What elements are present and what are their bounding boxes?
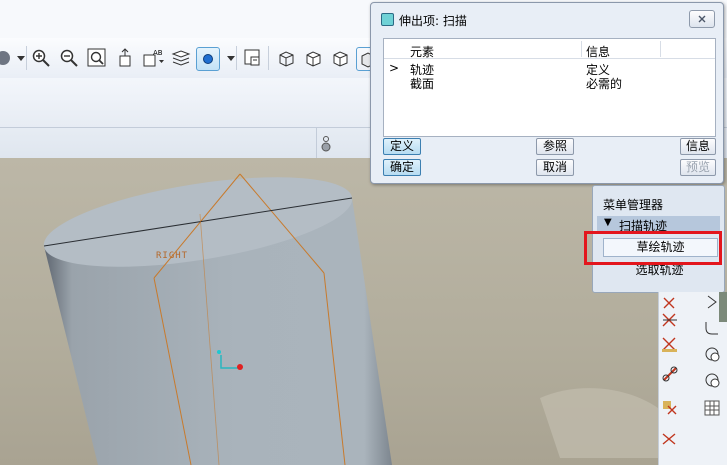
datum-label-right: RIGHT <box>156 251 189 261</box>
preview-button[interactable]: 预览 <box>680 159 716 176</box>
sweep-trajectory-submenu: ▼ 扫描轨迹 <box>597 216 720 233</box>
no-hidden-cube-icon[interactable] <box>329 47 351 69</box>
layers-icon[interactable] <box>170 47 192 69</box>
svg-text:AB: AB <box>153 49 163 57</box>
dimension-icon[interactable] <box>660 426 680 446</box>
cut-trajectory-icon[interactable] <box>660 310 680 330</box>
close-icon[interactable] <box>689 10 715 28</box>
display-style-icon[interactable] <box>196 47 220 71</box>
zoom-in-icon[interactable] <box>30 47 52 69</box>
hidden-line-cube-icon[interactable] <box>302 47 324 69</box>
element-name: 截面 <box>410 77 435 91</box>
dropdown-arrow-icon[interactable] <box>220 47 242 69</box>
weight-icon[interactable] <box>320 134 332 157</box>
menu-manager-title: 菜单管理器 <box>603 198 664 212</box>
element-info: 必需的 <box>586 77 623 91</box>
zoom-out-icon[interactable] <box>58 47 80 69</box>
orient-icon[interactable] <box>114 47 136 69</box>
saved-views-icon[interactable]: AB <box>142 47 164 69</box>
grid-icon[interactable] <box>702 398 722 418</box>
highlight-box <box>584 231 722 265</box>
intersect-icon[interactable] <box>660 334 680 354</box>
dialog-app-icon <box>381 13 394 26</box>
reference-button[interactable]: 参照 <box>536 138 574 155</box>
sweep-protrusion-dialog: 伸出项: 扫描 元素 信息 > 轨迹 定义 截面 必需的 定义 参照 信息 确定… <box>370 2 724 184</box>
table-row[interactable]: > 轨迹 定义 <box>384 61 715 77</box>
scroll-strip <box>719 292 727 322</box>
define-button[interactable]: 定义 <box>383 138 421 155</box>
ellipse-tool-icon[interactable] <box>702 370 722 390</box>
cancel-button[interactable]: 取消 <box>536 159 574 176</box>
element-table: 元素 信息 > 轨迹 定义 截面 必需的 <box>383 38 716 137</box>
circle-tool-icon[interactable] <box>702 344 722 364</box>
dropdown-arrow-icon[interactable] <box>10 47 32 69</box>
triangle-down-icon: ▼ <box>604 217 612 228</box>
wireframe-cube-icon[interactable] <box>275 47 297 69</box>
dialog-title: 伸出项: 扫描 <box>399 14 467 28</box>
chain-icon[interactable] <box>660 364 680 384</box>
info-button[interactable]: 信息 <box>680 138 716 155</box>
zoom-fit-icon[interactable] <box>86 47 108 69</box>
ok-button[interactable]: 确定 <box>383 159 421 176</box>
right-toolstrip <box>656 292 727 465</box>
table-row[interactable]: 截面 必需的 <box>384 75 715 91</box>
model-display-icon[interactable] <box>242 47 264 69</box>
row-expand-marker: > <box>389 61 400 75</box>
sketch-end-icon[interactable] <box>660 398 680 418</box>
